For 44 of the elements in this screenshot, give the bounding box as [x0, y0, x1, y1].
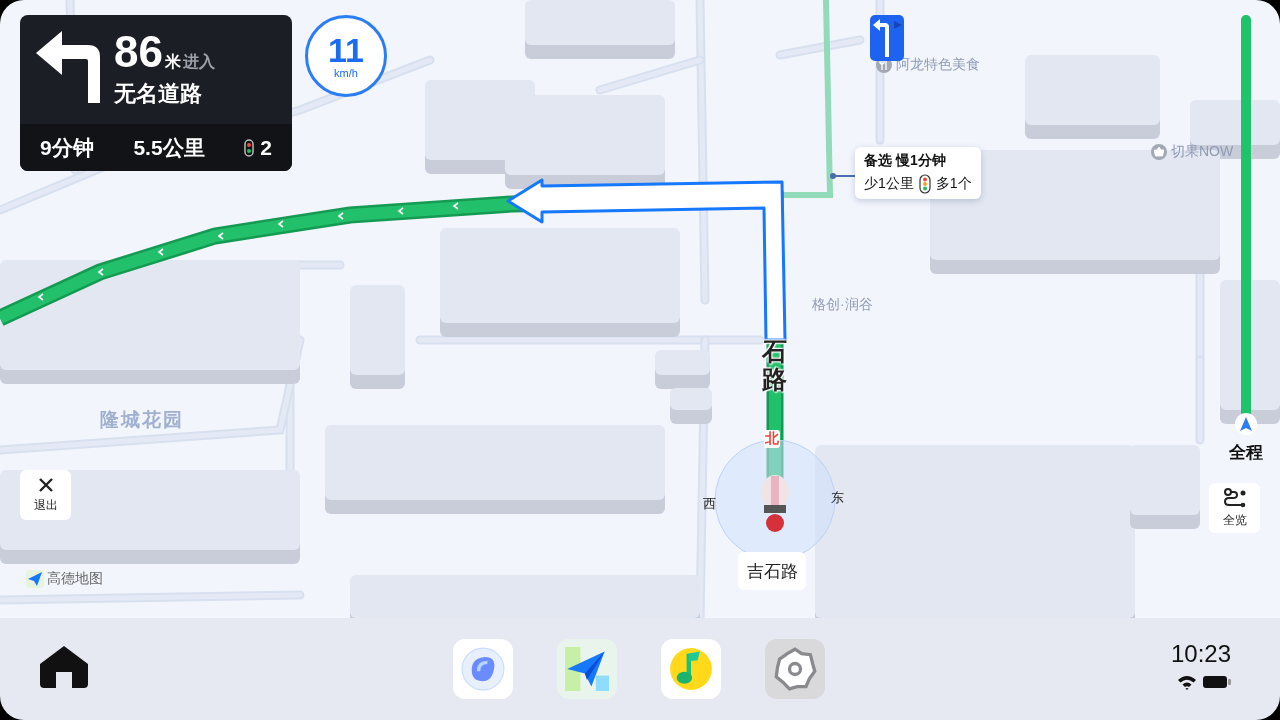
alternative-route-title: 备选 慢1分钟 [864, 152, 947, 170]
speed-unit: km/h [334, 67, 358, 79]
building [670, 388, 712, 424]
speed-value: 11 [328, 33, 364, 67]
alternative-route-card[interactable]: 备选 慢1分钟 少1公里 多1个 [855, 147, 981, 199]
route-icon [1222, 487, 1247, 508]
battery-icon [1203, 675, 1231, 689]
full-route-label: 全程 [1229, 442, 1263, 464]
clock: 10:23 [1170, 640, 1231, 668]
west-label: 西 [703, 495, 716, 513]
exit-button[interactable]: 退出 [20, 470, 71, 520]
gear-app-icon[interactable] [765, 639, 825, 699]
traffic-light-difference: 多1个 [935, 175, 972, 193]
distance-value: 86 [114, 27, 163, 77]
east-label: 东 [831, 489, 844, 507]
paper-plane-app-icon[interactable] [557, 639, 617, 699]
home-button[interactable] [38, 644, 90, 691]
north-label: 北 [764, 430, 780, 448]
action-label: 进入 [182, 52, 215, 72]
traffic-light-count: 2 [260, 136, 272, 160]
next-road-name: 无名道路 [114, 80, 203, 108]
distance-unit: 米 [164, 52, 181, 72]
paper-plane-logo-icon [26, 570, 44, 588]
close-icon [37, 476, 54, 493]
remaining-time: 9分钟 [40, 135, 94, 161]
current-road-label: 吉石路 [738, 552, 806, 590]
vehicle-marker-icon [761, 475, 789, 532]
orb-app-icon[interactable] [453, 639, 513, 699]
place-label: 切果NOW [1171, 143, 1234, 161]
turn-left-arrow-icon [36, 31, 100, 103]
place-label: 格创·润谷 [812, 296, 873, 314]
traffic-light-icon [244, 139, 255, 157]
music-note-app-icon[interactable] [661, 639, 721, 699]
building [655, 350, 710, 389]
overview-button[interactable]: 全览 [1209, 483, 1260, 533]
home-icon [38, 644, 90, 688]
district-label: 隆城花园 [100, 408, 184, 432]
traffic-light-icon [918, 174, 931, 194]
basket-icon [1151, 144, 1167, 160]
brand-label: 高德地图 [47, 570, 103, 588]
alternate-route-pointer [830, 173, 856, 179]
remaining-distance: 5.5公里 [133, 135, 205, 161]
wifi-icon [1177, 674, 1197, 690]
distance-difference: 少1公里 [864, 175, 914, 193]
